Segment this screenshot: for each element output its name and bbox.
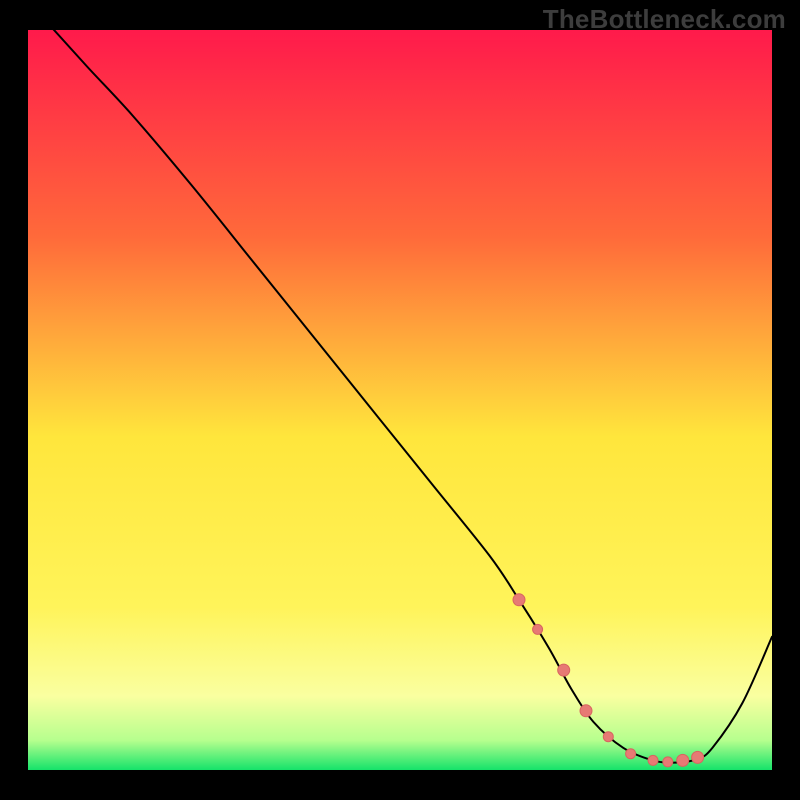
marker-point xyxy=(513,594,525,606)
gradient-background xyxy=(28,30,772,770)
plot-area xyxy=(28,30,772,770)
watermark-text: TheBottleneck.com xyxy=(543,4,786,35)
marker-point xyxy=(558,664,570,676)
marker-point xyxy=(648,755,658,765)
chart-svg xyxy=(28,30,772,770)
marker-point xyxy=(580,705,592,717)
marker-point xyxy=(533,624,543,634)
marker-point xyxy=(603,732,613,742)
marker-point xyxy=(677,754,689,766)
marker-point xyxy=(626,749,636,759)
chart-frame: TheBottleneck.com xyxy=(0,0,800,800)
marker-point xyxy=(663,757,673,767)
marker-point xyxy=(692,751,704,763)
